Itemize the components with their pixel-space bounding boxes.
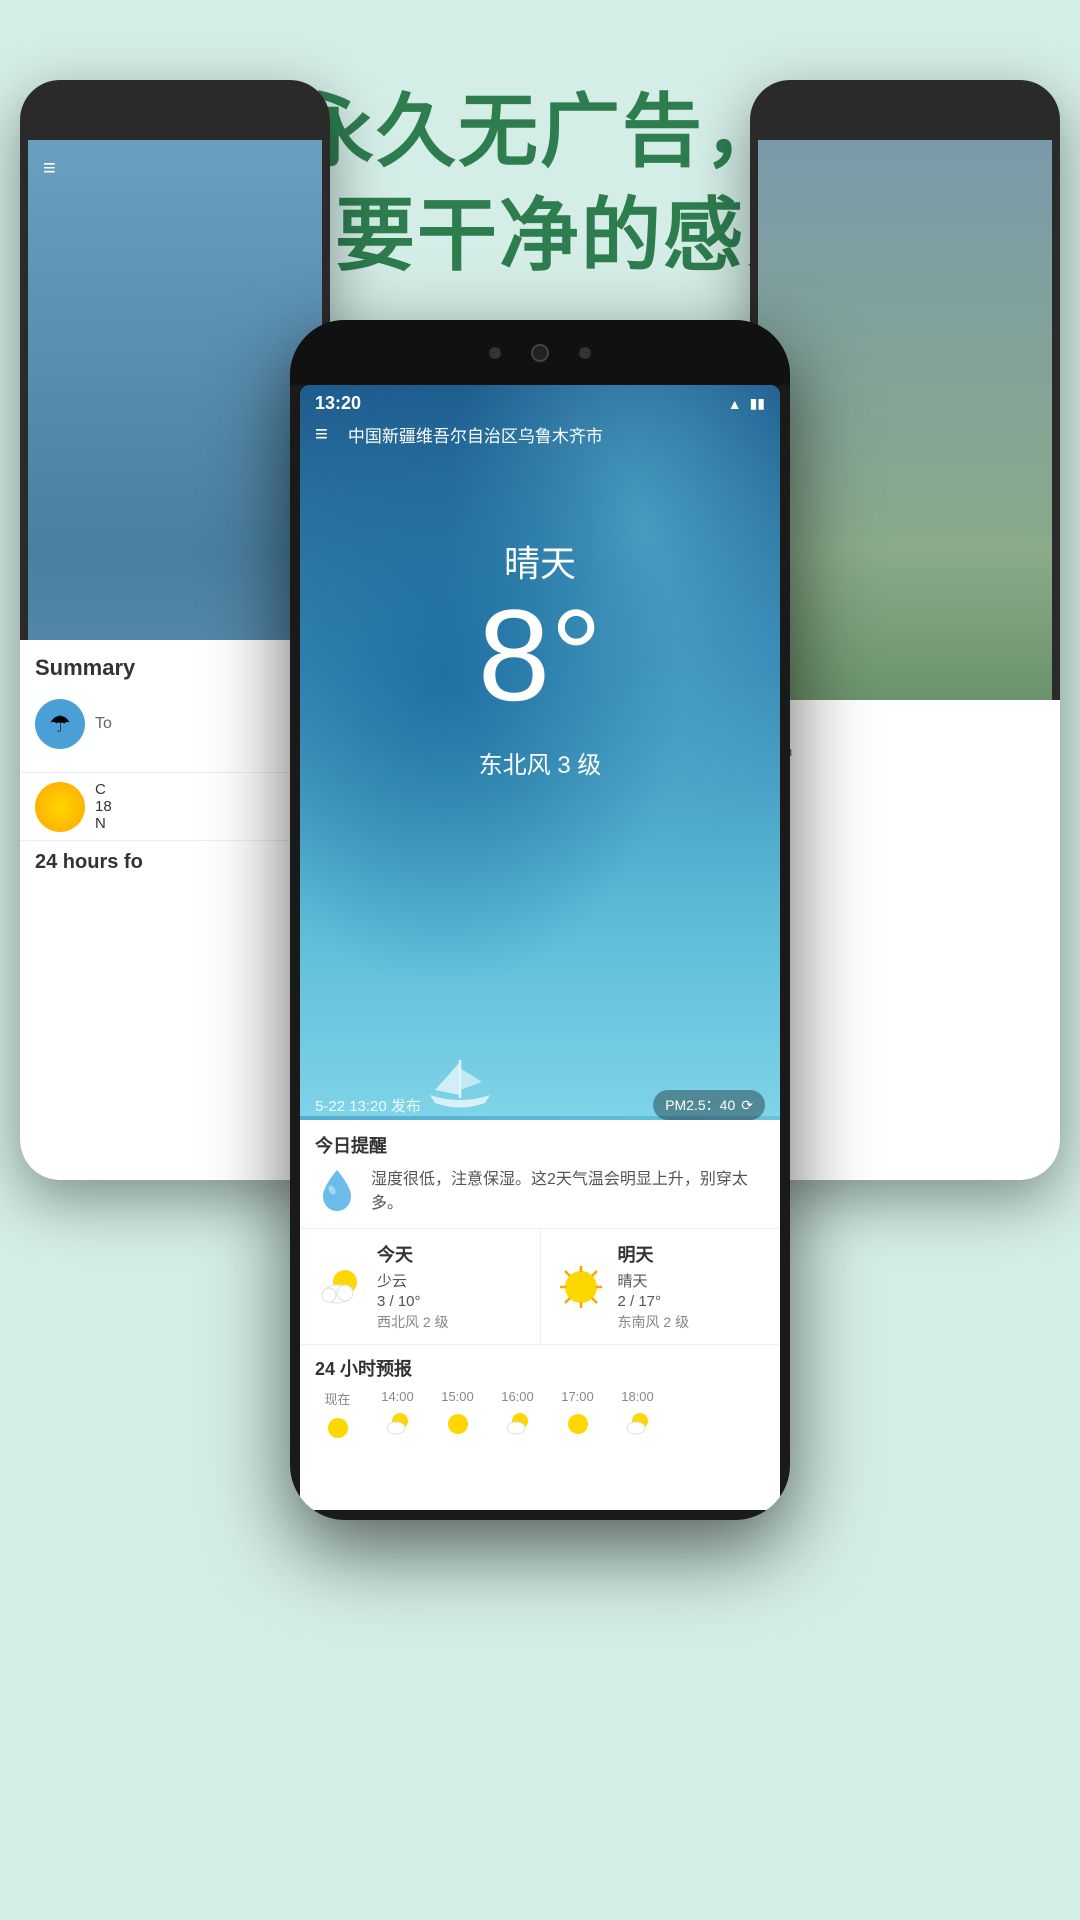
hourly-time-5: 18:00 bbox=[621, 1389, 654, 1404]
umbrella-icon: ☂ bbox=[35, 699, 85, 749]
left-today-label: To bbox=[95, 715, 112, 733]
hourly-icon-1 bbox=[382, 1408, 414, 1440]
phone-sensor-2 bbox=[579, 347, 591, 359]
forecast-row: 今天 少云 3 / 10° 西北风 2 级 bbox=[300, 1229, 780, 1345]
right-mph-label: mph bbox=[765, 743, 1045, 759]
left-today-row: C18N bbox=[20, 773, 330, 841]
hourly-icon-0 bbox=[322, 1412, 354, 1444]
tomorrow-temp: 2 / 17° bbox=[618, 1293, 690, 1310]
today-temp: 3 / 10° bbox=[377, 1293, 449, 1310]
forecast-tomorrow: 明天 晴天 2 / 17° 东南风 2 级 bbox=[541, 1229, 781, 1344]
hourly-item-3: 16:00 bbox=[495, 1389, 540, 1444]
reminder-title: 今日提醒 bbox=[315, 1132, 765, 1158]
status-bar: 13:20 ▲ ▮▮ bbox=[300, 393, 780, 414]
today-wind: 西北风 2 级 bbox=[377, 1312, 449, 1332]
hourly-item-4: 17:00 bbox=[555, 1389, 600, 1444]
pm25-badge: PM2.5：40 ⟳ bbox=[653, 1090, 765, 1120]
bottom-bar: 5-22 13:20 发布 PM2.5：40 ⟳ bbox=[300, 1090, 780, 1120]
hourly-row: 现在 14:00 bbox=[315, 1389, 765, 1444]
hourly-section: 24 小时预报 现在 14:00 bbox=[300, 1345, 780, 1449]
left-summary-section: Summary ☂ To bbox=[20, 640, 330, 773]
tomorrow-wind: 东南风 2 级 bbox=[618, 1312, 690, 1332]
hourly-time-3: 16:00 bbox=[501, 1389, 534, 1404]
left-summary-title: Summary bbox=[35, 655, 315, 681]
today-forecast-info: 今天 少云 3 / 10° 西北风 2 级 bbox=[377, 1241, 449, 1332]
right-wind-label: w bbox=[765, 710, 1045, 733]
water-drop-icon bbox=[315, 1168, 359, 1212]
menu-icon[interactable]: ≡ bbox=[315, 421, 328, 447]
hourly-time-2: 15:00 bbox=[441, 1389, 474, 1404]
hourly-time-1: 14:00 bbox=[381, 1389, 414, 1404]
hourly-time-4: 17:00 bbox=[561, 1389, 594, 1404]
hourly-item-2: 15:00 bbox=[435, 1389, 480, 1444]
today-weather-icon bbox=[315, 1262, 365, 1312]
hourly-item-1: 14:00 bbox=[375, 1389, 420, 1444]
left-menu-icon[interactable]: ≡ bbox=[43, 155, 56, 181]
hourly-item-0: 现在 bbox=[315, 1389, 360, 1444]
forecast-today: 今天 少云 3 / 10° 西北风 2 级 bbox=[300, 1229, 541, 1344]
phone-screen: 13:20 ▲ ▮▮ ≡ 中国新疆维吾尔自治区乌鲁木齐市 晴天 8° 东北风 3… bbox=[300, 385, 780, 1510]
hourly-time-0: 现在 bbox=[324, 1389, 350, 1408]
phone-notch bbox=[290, 320, 790, 385]
left-24h-label: 24 hours fo bbox=[20, 841, 330, 884]
status-time: 13:20 bbox=[315, 393, 361, 414]
left-phone-content: Summary ☂ To C18N 24 hours fo bbox=[20, 640, 330, 1180]
content-area: 今日提醒 湿度很低，注意保湿。这2天气温会明显上升，别穿太多。 bbox=[300, 1120, 780, 1510]
phone-sensor bbox=[489, 347, 501, 359]
top-bar: ≡ 中国新疆维吾尔自治区乌鲁木齐市 bbox=[300, 421, 780, 447]
tomorrow-weather-icon bbox=[556, 1262, 606, 1312]
pm25-text: PM2.5：40 bbox=[665, 1095, 735, 1115]
wifi-icon: ▲ bbox=[728, 396, 742, 412]
hourly-icon-4 bbox=[562, 1408, 594, 1440]
sun-icon-left bbox=[35, 782, 85, 832]
hourly-icon-2 bbox=[442, 1408, 474, 1440]
battery-icon: ▮▮ bbox=[750, 395, 765, 412]
right-phone-content: w mph bbox=[750, 700, 1060, 1180]
hourly-icon-5 bbox=[622, 1408, 654, 1440]
left-today-text: C18N bbox=[95, 781, 112, 832]
tomorrow-condition: 晴天 bbox=[618, 1270, 690, 1291]
tomorrow-label: 明天 bbox=[618, 1241, 690, 1267]
right-content-inner: w mph bbox=[750, 700, 1060, 774]
status-icons: ▲ ▮▮ bbox=[728, 395, 765, 412]
refresh-icon[interactable]: ⟳ bbox=[741, 1097, 753, 1114]
phone-camera bbox=[531, 344, 549, 362]
right-phone: ▲ ▮▮ 47 w mph bbox=[750, 80, 1060, 1180]
today-condition: 少云 bbox=[377, 1270, 449, 1291]
weather-temperature: 8° bbox=[300, 580, 780, 730]
daily-reminder: 今日提醒 湿度很低，注意保湿。这2天气温会明显上升，别穿太多。 bbox=[300, 1120, 780, 1229]
publish-time: 5-22 13:20 发布 bbox=[315, 1095, 421, 1116]
hourly-item-5: 18:00 bbox=[615, 1389, 660, 1444]
location-text: 中国新疆维吾尔自治区乌鲁木齐市 bbox=[348, 422, 603, 447]
center-phone: 13:20 ▲ ▮▮ ≡ 中国新疆维吾尔自治区乌鲁木齐市 晴天 8° 东北风 3… bbox=[290, 320, 790, 1520]
today-label: 今天 bbox=[377, 1241, 449, 1267]
hourly-title: 24 小时预报 bbox=[315, 1355, 765, 1381]
left-summary-row: ☂ To bbox=[35, 691, 315, 757]
reminder-row: 湿度很低，注意保湿。这2天气温会明显上升，别穿太多。 bbox=[315, 1168, 765, 1216]
left-phone: ≡ Summary ☂ To C18N 24 hours fo bbox=[20, 80, 330, 1180]
tomorrow-forecast-info: 明天 晴天 2 / 17° 东南风 2 级 bbox=[618, 1241, 690, 1332]
reminder-text: 湿度很低，注意保湿。这2天气温会明显上升，别穿太多。 bbox=[371, 1168, 765, 1216]
tagline-line2: 只要干净的感觉 bbox=[253, 191, 827, 280]
weather-wind: 东北风 3 级 bbox=[300, 745, 780, 780]
weather-background: 13:20 ▲ ▮▮ ≡ 中国新疆维吾尔自治区乌鲁木齐市 晴天 8° 东北风 3… bbox=[300, 385, 780, 1510]
hourly-icon-3 bbox=[502, 1408, 534, 1440]
tagline-line1: 永久无广告， bbox=[294, 87, 786, 176]
